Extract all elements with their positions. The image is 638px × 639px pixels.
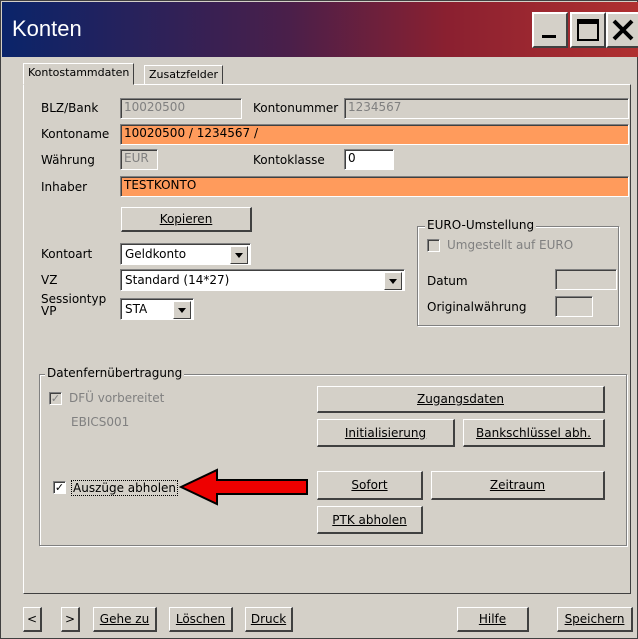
sessiontyp-label: Sessiontyp VP <box>41 292 107 318</box>
auszuege-checkbox[interactable]: ✓ <box>53 481 66 494</box>
tab-kontostammdaten[interactable]: Kontostammdaten <box>23 63 135 85</box>
datum-label: Datum <box>427 274 468 288</box>
ebics-label: EBICS001 <box>71 415 130 429</box>
gehe-zu-button[interactable]: Gehe zu <box>93 607 157 632</box>
title-bar[interactable]: Konten <box>2 2 638 57</box>
waehrung-label: Währung <box>41 153 95 167</box>
kontonummer-field[interactable]: 1234567 <box>344 98 629 119</box>
previous-button[interactable]: < <box>23 607 42 632</box>
vz-select[interactable]: Standard (14*27) <box>120 269 405 291</box>
next-button[interactable]: > <box>61 607 80 632</box>
kontoart-value: Geldkonto <box>125 247 187 261</box>
speichern-button[interactable]: Speichern <box>557 607 633 632</box>
chevron-down-icon[interactable] <box>230 246 248 264</box>
zeitraum-button[interactable]: Zeitraum <box>431 471 605 500</box>
window-title: Konten <box>12 16 82 41</box>
konten-window: Konten Kontostammdaten Zusatzfelder BLZ/… <box>0 0 638 639</box>
kontoart-label: Kontoart <box>41 247 93 261</box>
ptk-abholen-button[interactable]: PTK abholen <box>317 506 423 534</box>
sessiontyp-select[interactable]: STA <box>120 298 194 320</box>
kontoart-select[interactable]: Geldkonto <box>120 243 251 265</box>
umgestellt-label: Umgestellt auf EURO <box>447 238 574 252</box>
close-button[interactable] <box>606 12 638 48</box>
bankschluessel-button[interactable]: Bankschlüssel abh. <box>463 419 605 447</box>
maximize-button[interactable] <box>570 12 606 48</box>
kontoklasse-field[interactable]: 0 <box>344 149 394 170</box>
datum-field[interactable] <box>555 269 617 290</box>
inhaber-field[interactable]: TESTKONTO <box>120 176 629 197</box>
auszuege-label[interactable]: Auszüge abholen <box>71 480 179 496</box>
minimize-button[interactable] <box>532 12 568 48</box>
kontoname-field[interactable]: 10020500 / 1234567 / <box>120 124 629 145</box>
kontoname-label: Kontoname <box>41 127 110 141</box>
originalwaehrung-label: Originalwährung <box>427 300 527 314</box>
sofort-button[interactable]: Sofort <box>317 471 423 500</box>
zugangsdaten-button[interactable]: Zugangsdaten <box>317 386 605 413</box>
dfu-vorbereitet-checkbox[interactable]: ✓ <box>49 392 62 405</box>
kontonummer-label: Kontonummer <box>253 101 339 115</box>
chevron-down-icon[interactable] <box>173 301 191 319</box>
kopieren-button[interactable]: Kopieren <box>121 207 252 232</box>
blz-field[interactable]: 10020500 <box>120 98 242 119</box>
maximize-icon <box>577 19 599 41</box>
chevron-down-icon[interactable] <box>384 272 402 290</box>
euro-group-title: EURO-Umstellung <box>425 218 537 232</box>
vz-value: Standard (14*27) <box>125 273 230 287</box>
loeschen-button[interactable]: Löschen <box>169 607 233 632</box>
close-icon <box>612 19 634 41</box>
minimize-icon <box>542 35 556 38</box>
umgestellt-checkbox[interactable] <box>427 239 440 252</box>
dfu-group-title: Datenfernübertragung <box>45 366 185 380</box>
hilfe-button[interactable]: Hilfe <box>457 607 529 632</box>
waehrung-field[interactable]: EUR <box>120 149 158 170</box>
sessiontyp-value: STA <box>125 302 148 316</box>
initialisierung-button[interactable]: Initialisierung <box>317 419 455 447</box>
druck-button[interactable]: Druck <box>245 607 293 632</box>
tab-zusatzfelder[interactable]: Zusatzfelder <box>144 65 224 84</box>
inhaber-label: Inhaber <box>41 180 88 194</box>
blz-label: BLZ/Bank <box>41 101 99 115</box>
dfu-vorbereitet-label: DFÜ vorbereitet <box>69 391 165 405</box>
vz-label: VZ <box>41 273 58 287</box>
kontoklasse-label: Kontoklasse <box>253 153 325 167</box>
originalwaehrung-field[interactable] <box>555 296 593 317</box>
red-arrow-annotation <box>179 468 308 506</box>
